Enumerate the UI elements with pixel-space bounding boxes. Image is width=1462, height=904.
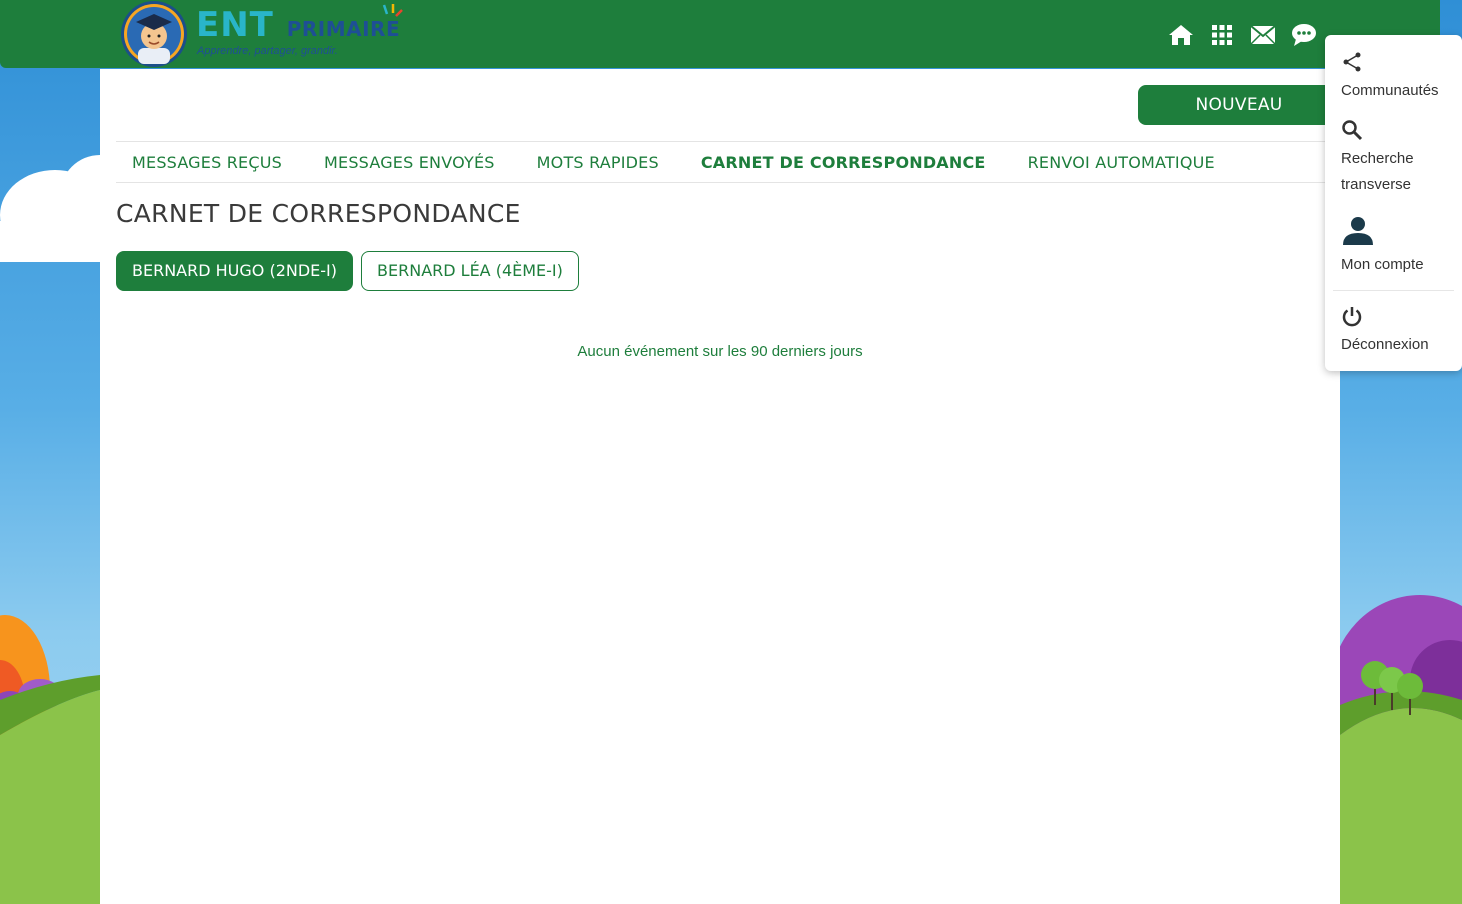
tab-messages-recus[interactable]: Messages reçus — [132, 153, 282, 172]
home-icon[interactable] — [1168, 22, 1194, 48]
apps-grid-icon[interactable] — [1209, 22, 1235, 48]
menu-separator — [1333, 290, 1454, 291]
tab-messages-envoyes[interactable]: Messages envoyés — [324, 153, 495, 172]
messaging-tabs: Messages reçus Messages envoyés Mots rap… — [116, 141, 1340, 183]
power-icon — [1342, 307, 1362, 327]
menu-item-mon-compte[interactable]: Mon compte — [1341, 215, 1424, 278]
mail-icon[interactable] — [1250, 22, 1276, 48]
menu-item-deconnexion[interactable]: Déconnexion — [1341, 305, 1429, 358]
menu-label-mon-compte: Mon compte — [1341, 256, 1424, 273]
logo-title-ent: ENT — [196, 5, 274, 45]
logo-sparkle-icon — [382, 4, 403, 17]
tab-carnet-de-correspondance[interactable]: Carnet de correspondance — [701, 153, 986, 172]
logo-tagline: Apprendre, partager, grandir. — [197, 45, 338, 57]
new-message-button[interactable]: Nouveau message — [1138, 85, 1340, 155]
share-icon — [1343, 52, 1361, 72]
logo-mascot-icon — [121, 1, 187, 67]
tab-mots-rapides[interactable]: Mots rapides — [537, 153, 659, 172]
empty-state-message: Aucun événement sur les 90 derniers jour… — [577, 343, 863, 360]
chat-icon[interactable] — [1291, 22, 1317, 48]
child-button-lea[interactable]: BERNARD Léa (4ÈME-I) — [361, 251, 579, 291]
child-button-hugo[interactable]: BERNARD Hugo (2NDE-I) — [116, 251, 354, 291]
menu-item-communautes[interactable]: Communautés — [1341, 51, 1439, 104]
page-title: Carnet de correspondance — [116, 199, 521, 228]
top-bar: ENT PRIMAIRE Apprendre, partager, grandi… — [0, 0, 1440, 68]
search-icon — [1342, 120, 1363, 141]
ent-logo[interactable]: ENT PRIMAIRE Apprendre, partager, grandi… — [118, 0, 418, 68]
menu-item-recherche-transverse[interactable]: Recherche transverse — [1341, 119, 1451, 198]
menu-label-deconnexion: Déconnexion — [1341, 336, 1429, 353]
user-icon — [1343, 217, 1373, 245]
child-selector: BERNARD Hugo (2NDE-I) BERNARD Léa (4ÈME-… — [116, 251, 579, 291]
main-content: Nouveau message Messages reçus Messages … — [100, 69, 1340, 904]
tab-renvoi-automatique[interactable]: Renvoi automatique — [1028, 153, 1215, 172]
menu-label-recherche-transverse: Recherche transverse — [1341, 150, 1414, 193]
user-dropdown-menu: Communautés Recherche transverse Mon com… — [1325, 35, 1462, 371]
menu-label-communautes: Communautés — [1341, 82, 1439, 99]
